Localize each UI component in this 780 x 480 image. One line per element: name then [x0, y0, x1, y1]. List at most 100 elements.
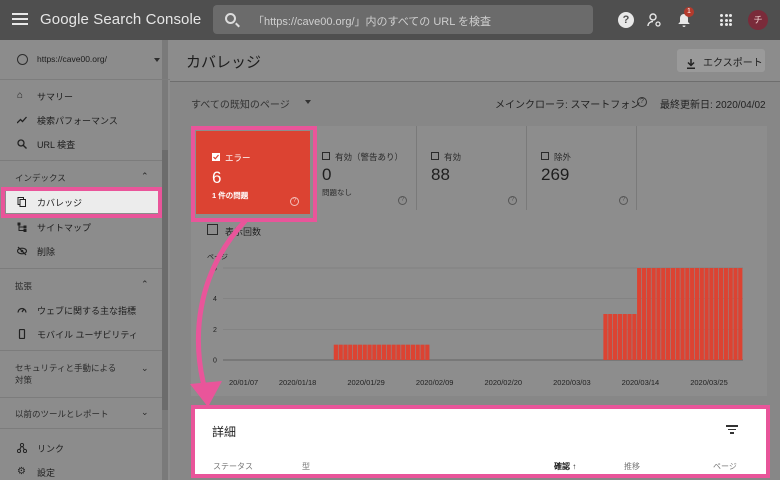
sidebar-item-label: ウェブに関する主な指標 [37, 306, 137, 316]
checkbox-icon [541, 152, 549, 160]
chart-bar [338, 344, 343, 360]
column-header-type[interactable]: 型 [302, 461, 310, 472]
highlight-error-card [191, 126, 317, 222]
chart-bar [367, 344, 372, 360]
help-icon[interactable]: ? [398, 196, 407, 205]
chevron-up-icon[interactable]: ⌃ [141, 279, 149, 290]
x-tick-label: 2020/03/25 [690, 378, 728, 387]
stat-card-excluded[interactable]: 除外 269 ? [527, 126, 637, 210]
chart-bar [362, 344, 367, 360]
chart-bar [391, 344, 396, 360]
sidebar-item-core-web-vitals[interactable]: ウェブに関する主な指標 [0, 299, 162, 321]
column-header-status[interactable]: ステータス [213, 461, 253, 472]
details-title: 詳細 [212, 425, 237, 439]
property-label: https://cave00.org/ [37, 54, 107, 64]
user-settings-icon[interactable] [646, 12, 662, 28]
help-icon[interactable]: ? [619, 196, 628, 205]
avatar[interactable]: チ [748, 10, 768, 30]
sidebar-divider [0, 428, 162, 429]
coverage-chart: ページ 0 2 4 6 20/01/07 2020/01/18 2020/01/29 2020/… [207, 253, 743, 387]
sidebar-divider [0, 268, 162, 269]
sidebar-scrollbar-thumb[interactable] [162, 150, 168, 410]
chart-bar [603, 314, 608, 360]
x-tick-label: 2020/01/18 [279, 378, 317, 387]
app-title[interactable]: Google Search Console [40, 11, 201, 28]
chart-bar [632, 314, 637, 360]
section-legacy-heading[interactable]: 以前のツールとレポート [15, 408, 109, 420]
chart-bar [372, 344, 377, 360]
sidebar-divider [0, 350, 162, 351]
chart-bar [656, 268, 661, 360]
chart-bar [333, 344, 338, 360]
apps-grid-icon[interactable] [720, 14, 732, 26]
stat-card-valid[interactable]: 有効 88 ? [417, 126, 527, 210]
chart-bar [613, 314, 618, 360]
section-enhancements-heading[interactable]: 拡張 [15, 280, 32, 292]
sidebar-item-label: サマリー [37, 92, 74, 102]
stat-card-valid-warning[interactable]: 有効（警告あり） 0 問題なし ? [316, 126, 417, 210]
chart-bar [415, 344, 420, 360]
download-icon [687, 56, 695, 69]
chart-bar [709, 268, 714, 360]
help-icon[interactable]: ? [637, 97, 647, 107]
y-axis-label: ページ [207, 253, 228, 261]
help-icon[interactable]: ? [508, 196, 517, 205]
sidebar-item-summary[interactable]: ⌂ サマリー [0, 85, 162, 107]
chart-bar [704, 268, 709, 360]
chart-bar [348, 344, 353, 360]
y-tick-label: 2 [213, 327, 217, 334]
chart-bar [685, 268, 690, 360]
checkbox-icon [431, 152, 439, 160]
search-icon [17, 139, 27, 149]
chart-bar [738, 268, 743, 360]
sidebar-item-removals[interactable]: 削除 [0, 240, 162, 262]
sidebar-item-mobile-usability[interactable]: モバイル ユーザビリティ [0, 323, 162, 345]
chart-bar [622, 314, 627, 360]
stat-sub: 問題なし [322, 188, 352, 197]
notification-badge: 1 [684, 7, 694, 17]
filter-list-icon[interactable] [726, 425, 738, 435]
sidebar-item-performance[interactable]: 検索パフォーマンス [0, 109, 162, 131]
x-tick-label: 2020/03/14 [622, 378, 660, 387]
chart-bar [608, 314, 613, 360]
x-tick-label: 20/01/07 [229, 378, 258, 387]
chart-bar [680, 268, 685, 360]
chart-bar [670, 268, 675, 360]
impressions-label: 表示回数 [225, 227, 262, 237]
property-selector[interactable]: https://cave00.org/ [0, 40, 170, 80]
chart-bar [718, 268, 724, 360]
chart-bar [343, 344, 348, 360]
page-filter-select[interactable]: すべての既知のページ [191, 96, 290, 111]
menu-icon[interactable] [12, 13, 28, 27]
column-header-pages[interactable]: ページ [713, 461, 737, 472]
chart-bar [617, 314, 623, 360]
chart-bar [386, 344, 391, 360]
column-header-trend[interactable]: 推移 [624, 461, 640, 472]
search-placeholder: 「https://cave00.org/」内のすべての URL を検査 [253, 16, 491, 28]
chevron-up-icon[interactable]: ⌃ [141, 171, 149, 182]
phone-icon [17, 328, 27, 340]
impressions-checkbox[interactable] [207, 224, 218, 235]
sidebar-item-settings[interactable]: ⚙ 設定 [0, 461, 162, 480]
chart-bar [699, 268, 704, 360]
chart-bar [694, 268, 700, 360]
x-tick-label: 2020/03/03 [553, 378, 591, 387]
chart-bar [627, 314, 632, 360]
sidebar-item-links[interactable]: リンク [0, 437, 162, 459]
section-security-heading[interactable]: セキュリティと手動による [15, 362, 116, 374]
stat-value: 269 [541, 165, 570, 184]
help-icon[interactable]: ? [618, 12, 634, 28]
chevron-down-icon[interactable]: ⌄ [141, 407, 149, 418]
y-tick-label: 6 [213, 266, 217, 273]
chevron-down-icon[interactable]: ⌄ [141, 363, 149, 374]
chart-bar [357, 344, 363, 360]
sidebar-item-sitemaps[interactable]: サイトマップ [0, 216, 162, 238]
sidebar-item-url-inspection[interactable]: URL 検査 [0, 133, 162, 155]
chevron-down-icon[interactable] [305, 100, 311, 104]
column-header-validation[interactable]: 確認 ↑ [554, 461, 576, 472]
section-index-heading[interactable]: インデックス [15, 172, 66, 184]
y-tick-label: 4 [213, 296, 217, 303]
chart-bar [665, 268, 671, 360]
search-input[interactable]: 「https://cave00.org/」内のすべての URL を検査 [213, 5, 593, 34]
section-security-heading-line2: 対策 [15, 375, 33, 385]
